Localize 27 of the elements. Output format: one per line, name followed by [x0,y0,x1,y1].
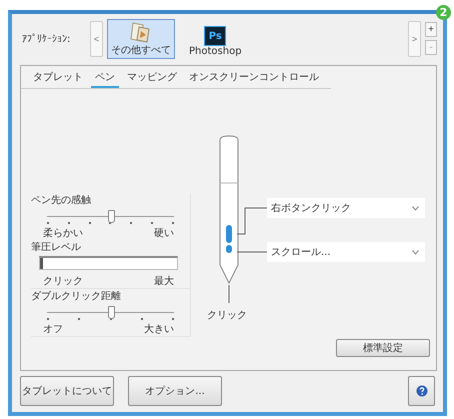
tab[interactable]: マッピング [123,68,181,88]
tab[interactable]: オンスクリーンコントロール [185,68,323,88]
photoshop-icon: Ps [204,26,226,46]
default-button[interactable]: 標準設定 [336,339,430,358]
max-label: 最大 [154,274,174,288]
max-label: 大きい [144,322,174,336]
options-button[interactable]: オプション... [128,376,222,406]
next-button[interactable]: > [408,20,421,57]
lower-button-dropdown[interactable]: スクロール... [267,242,425,262]
min-label: 柔らかい [43,226,83,240]
tab[interactable]: タブレット [29,68,87,88]
step-badge: 2 [436,5,451,20]
double-click-label: ダブルクリック距離 [31,290,122,304]
add-button[interactable]: + [425,22,437,38]
tip-feel-label: ペン先の感触 [31,194,92,208]
min-label: クリック [43,275,83,288]
tab[interactable]: ペン [91,68,119,88]
application-tile[interactable]: Ps Photoshop [185,18,246,59]
min-label: オフ [43,323,63,336]
application-label: ｱﾌﾟﾘｹｰｼｮﾝ: [22,32,72,45]
application-tile[interactable]: その他すべて [107,18,175,59]
previous-button[interactable]: < [90,20,103,57]
tip-label: クリック [207,309,247,322]
max-label: 硬い [154,227,174,240]
upper-button-dropdown[interactable]: 右ボタンクリック [267,198,425,218]
pressure-label: 筆圧レベル [31,241,82,254]
about-tablet-button[interactable]: タブレットについて [20,376,114,406]
